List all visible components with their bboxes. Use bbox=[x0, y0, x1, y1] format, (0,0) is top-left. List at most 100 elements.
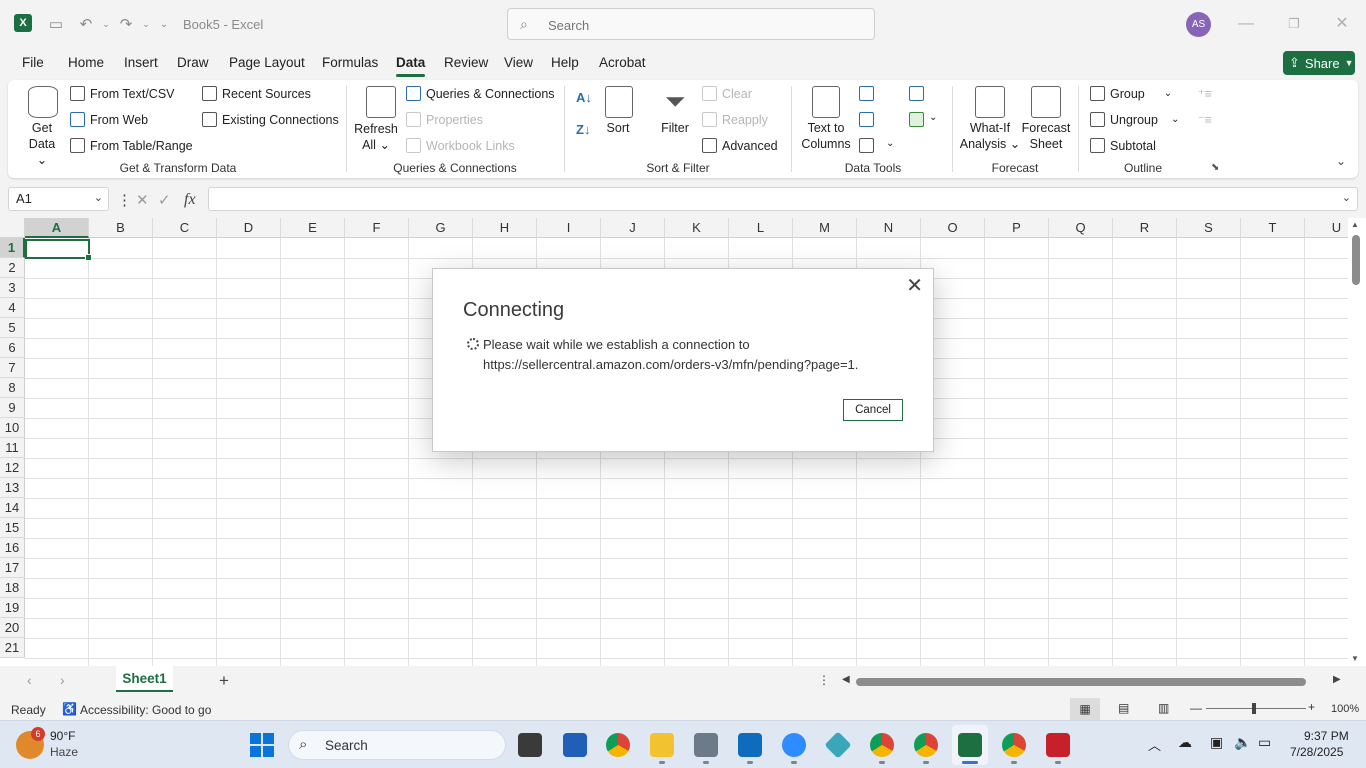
taskbar-search[interactable]: ⌕ Search bbox=[288, 730, 506, 760]
insert-function-button[interactable]: fx bbox=[184, 191, 196, 209]
row-header-16[interactable]: 16 bbox=[0, 538, 25, 558]
select-all-corner[interactable] bbox=[0, 218, 25, 238]
row-header-10[interactable]: 10 bbox=[0, 418, 25, 438]
subtotal-button[interactable]: Subtotal bbox=[1090, 138, 1156, 153]
sheet-tab-sheet1[interactable]: Sheet1 bbox=[116, 666, 173, 692]
filter-button[interactable]: Filter bbox=[654, 120, 696, 136]
scroll-right-icon[interactable]: ▶ bbox=[1333, 674, 1341, 685]
row-header-18[interactable]: 18 bbox=[0, 578, 25, 598]
get-data-button[interactable]: Get Data ⌄ bbox=[22, 120, 62, 168]
chevron-down-icon[interactable]: ⌄ bbox=[929, 112, 937, 123]
recent-sources-button[interactable]: Recent Sources bbox=[202, 86, 311, 101]
row-header-20[interactable]: 20 bbox=[0, 618, 25, 638]
queries-connections-button[interactable]: Queries & Connections bbox=[406, 86, 555, 101]
column-header-s[interactable]: S bbox=[1177, 218, 1241, 238]
restore-button[interactable]: ❐ bbox=[1284, 14, 1304, 34]
excel-icon[interactable] bbox=[958, 733, 982, 757]
tab-draw[interactable]: Draw bbox=[177, 55, 209, 70]
dialog-launcher-icon[interactable]: ⬊ bbox=[1211, 162, 1219, 173]
ungroup-button[interactable]: Ungroup ⌄ bbox=[1090, 112, 1179, 127]
row-header-8[interactable]: 8 bbox=[0, 378, 25, 398]
acrobat-icon[interactable] bbox=[1046, 733, 1070, 757]
app-diamond-icon[interactable] bbox=[824, 731, 852, 759]
forecast-sheet-button[interactable]: Forecast Sheet bbox=[1020, 120, 1072, 152]
column-header-e[interactable]: E bbox=[281, 218, 345, 238]
column-header-u[interactable]: U bbox=[1305, 218, 1348, 238]
sort-za-button[interactable]: Z↓ bbox=[576, 122, 590, 137]
chrome-profile-icon[interactable] bbox=[870, 733, 894, 757]
share-button[interactable]: ⇪ Share ▼ bbox=[1283, 51, 1355, 75]
name-box[interactable]: A1 ⌄ bbox=[8, 187, 109, 211]
zoom-slider-track[interactable] bbox=[1206, 708, 1306, 709]
tab-file[interactable]: File bbox=[22, 55, 44, 70]
tab-home[interactable]: Home bbox=[68, 55, 104, 70]
weather-temp[interactable]: 90°F bbox=[50, 729, 75, 743]
refresh-all-button[interactable]: Refresh All ⌄ bbox=[354, 121, 398, 153]
zoom-icon[interactable] bbox=[782, 733, 806, 757]
normal-view-icon[interactable]: ▦ bbox=[1070, 698, 1100, 720]
tab-data[interactable]: Data bbox=[396, 55, 426, 77]
column-header-k[interactable]: K bbox=[665, 218, 729, 238]
sort-button[interactable]: Sort bbox=[598, 120, 638, 136]
active-cell[interactable] bbox=[25, 239, 92, 261]
column-header-i[interactable]: I bbox=[537, 218, 601, 238]
column-header-l[interactable]: L bbox=[729, 218, 793, 238]
tab-insert[interactable]: Insert bbox=[124, 55, 158, 70]
page-break-view-icon[interactable]: ▥ bbox=[1158, 701, 1169, 715]
existing-connections-button[interactable]: Existing Connections bbox=[202, 112, 339, 127]
tab-acrobat[interactable]: Acrobat bbox=[599, 55, 646, 70]
tab-help[interactable]: Help bbox=[551, 55, 579, 70]
column-header-f[interactable]: F bbox=[345, 218, 409, 238]
advanced-filter-button[interactable]: Advanced bbox=[702, 138, 778, 153]
avatar[interactable]: AS bbox=[1186, 12, 1211, 37]
zoom-level[interactable]: 100% bbox=[1331, 703, 1359, 715]
scroll-down-icon[interactable]: ▼ bbox=[1351, 654, 1359, 663]
data-validation-icon[interactable] bbox=[859, 138, 874, 153]
prev-sheet-icon[interactable]: ‹ bbox=[27, 672, 32, 688]
battery-icon[interactable]: ▭ bbox=[1258, 734, 1271, 751]
redo-dropdown-icon[interactable]: ⌄ bbox=[136, 14, 156, 34]
more-options-icon[interactable]: ⋮ bbox=[117, 191, 132, 209]
chrome-profile-icon[interactable] bbox=[914, 733, 938, 757]
row-header-7[interactable]: 7 bbox=[0, 358, 25, 378]
close-window-button[interactable]: ✕ bbox=[1332, 14, 1352, 34]
row-header-19[interactable]: 19 bbox=[0, 598, 25, 618]
outlook-icon[interactable] bbox=[738, 733, 762, 757]
chrome-profile-icon[interactable] bbox=[1002, 733, 1026, 757]
chevron-down-icon[interactable]: ⌄ bbox=[886, 138, 894, 149]
column-header-q[interactable]: Q bbox=[1049, 218, 1113, 238]
column-header-o[interactable]: O bbox=[921, 218, 985, 238]
volume-icon[interactable]: 🔈 bbox=[1234, 734, 1251, 751]
chevron-up-icon[interactable]: ︿ bbox=[1148, 735, 1161, 754]
row-header-11[interactable]: 11 bbox=[0, 438, 25, 458]
tab-formulas[interactable]: Formulas bbox=[322, 55, 378, 70]
expand-formula-icon[interactable]: ⌄ bbox=[1342, 191, 1351, 204]
cancel-button[interactable]: Cancel bbox=[843, 399, 903, 421]
vertical-scrollbar[interactable]: ▲ ▼ bbox=[1348, 218, 1366, 666]
row-header-5[interactable]: 5 bbox=[0, 318, 25, 338]
add-sheet-button[interactable]: + bbox=[219, 671, 229, 691]
horizontal-scroll-thumb[interactable] bbox=[856, 678, 1306, 686]
row-header-21[interactable]: 21 bbox=[0, 638, 25, 658]
vertical-scroll-thumb[interactable] bbox=[1352, 235, 1360, 285]
column-header-d[interactable]: D bbox=[217, 218, 281, 238]
onedrive-icon[interactable]: ☁ bbox=[1178, 734, 1192, 751]
formula-input[interactable]: ⌄ bbox=[208, 187, 1358, 211]
undo-icon[interactable]: ↶ bbox=[76, 14, 96, 34]
row-header-9[interactable]: 9 bbox=[0, 398, 25, 418]
tab-page-layout[interactable]: Page Layout bbox=[229, 55, 305, 70]
customize-qat-icon[interactable]: ⌄ bbox=[154, 14, 174, 34]
minimize-button[interactable]: — bbox=[1236, 14, 1256, 34]
zoom-slider-thumb[interactable] bbox=[1252, 703, 1256, 714]
row-header-15[interactable]: 15 bbox=[0, 518, 25, 538]
from-text-csv-button[interactable]: From Text/CSV bbox=[70, 86, 175, 101]
what-if-analysis-button[interactable]: What-If Analysis ⌄ bbox=[958, 120, 1022, 152]
column-header-c[interactable]: C bbox=[153, 218, 217, 238]
row-header-3[interactable]: 3 bbox=[0, 278, 25, 298]
tab-review[interactable]: Review bbox=[444, 55, 488, 70]
scroll-up-icon[interactable]: ▲ bbox=[1351, 220, 1359, 229]
relationships-icon[interactable] bbox=[909, 86, 924, 101]
more-options-icon[interactable]: ⋮ bbox=[818, 673, 830, 687]
scroll-left-icon[interactable]: ◀ bbox=[842, 674, 850, 685]
redo-icon[interactable]: ↷ bbox=[116, 14, 136, 34]
